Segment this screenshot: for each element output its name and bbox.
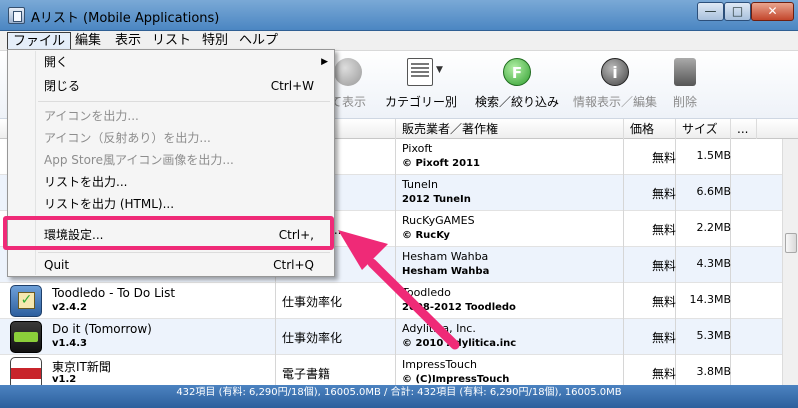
size-cell: 4.3MB (696, 257, 731, 270)
app-icon (8, 7, 25, 24)
filter-icon (503, 58, 531, 86)
menu-separator (38, 252, 330, 253)
price-cell: 無料 (651, 151, 676, 165)
menu-bar: ファイル 編集 表示 リスト 特別 ヘルプ (0, 31, 798, 51)
column-size[interactable]: サイズ (676, 119, 731, 139)
copyright-cell: © (C)ImpressTouch (402, 374, 510, 385)
seller-cell: Adylitica, Inc. (402, 322, 476, 335)
seller-cell: Hesham Wahba (402, 250, 489, 263)
maximize-button[interactable]: □ (724, 2, 751, 21)
app-version-cell: v1.2 (52, 374, 77, 385)
category-button[interactable]: ▼ カテゴリー別 (380, 51, 462, 119)
seller-cell: Toodledo (402, 286, 451, 299)
trash-icon (674, 58, 696, 86)
size-cell: 5.3MB (696, 329, 731, 342)
status-bar: 432項目 (有料: 6,290円/18個), 16005.0MB / 合計: … (0, 385, 798, 408)
app-name-cell: Toodledo - To Do List (52, 286, 176, 300)
copyright-cell: © Pixoft 2011 (402, 158, 481, 169)
category-cell: 仕事効率化 (282, 295, 343, 309)
menu-list[interactable]: リスト (147, 32, 196, 50)
copyright-cell: © 2010 Adylitica.inc (402, 338, 517, 349)
copyright-cell: 2012 TuneIn (402, 194, 471, 205)
category-cell: 電子書籍 (282, 367, 331, 381)
size-cell: 2.2MB (696, 221, 731, 234)
menu-item-export-icon[interactable]: アイコンを出力... (8, 106, 334, 126)
menu-item-export-appstore-icon[interactable]: App Store風アイコン画像を出力... (8, 150, 334, 170)
app-name-cell: Do it (Tomorrow) (52, 322, 152, 336)
close-button[interactable]: ✕ (751, 2, 794, 21)
table-row[interactable]: ✓ Toodledo - To Do List v2.4.2 仕事効率化 Too… (0, 283, 782, 319)
price-cell: 無料 (651, 187, 676, 201)
column-seller[interactable]: 販売業者／著作権 (396, 119, 624, 139)
column-more[interactable]: ... (731, 119, 757, 139)
menu-view[interactable]: 表示 (110, 32, 146, 50)
size-cell: 6.6MB (696, 185, 731, 198)
highlight-box (3, 216, 334, 250)
app-version-cell: v2.4.2 (52, 302, 87, 313)
price-cell: 無料 (651, 331, 676, 345)
menu-help[interactable]: ヘルプ (234, 32, 283, 50)
price-cell: 無料 (651, 259, 676, 273)
column-price[interactable]: 価格 (624, 119, 676, 139)
price-cell: 無料 (651, 223, 676, 237)
menu-edit[interactable]: 編集 (70, 32, 106, 50)
copyright-cell: Hesham Wahba (402, 266, 490, 277)
info-edit-button[interactable]: 情報表示／編集 (568, 51, 662, 119)
menu-item-open[interactable]: 開く ▶ (8, 52, 334, 72)
seller-cell: RucKyGAMES (402, 214, 475, 227)
submenu-arrow-icon: ▶ (321, 57, 328, 67)
category-cell: 仕事効率化 (282, 331, 343, 345)
size-cell: 1.5MB (696, 149, 731, 162)
copyright-cell: © RucKy (402, 230, 450, 241)
menu-separator (38, 101, 330, 102)
dropdown-arrow-icon: ▼ (436, 65, 443, 75)
scrollbar-thumb[interactable] (785, 233, 797, 253)
delete-button[interactable]: 削除 (664, 51, 706, 119)
title-bar: Aリスト (Mobile Applications) — □ ✕ (0, 0, 798, 31)
category-list-icon (407, 58, 433, 86)
do-it-tomorrow-icon (10, 321, 42, 353)
size-cell: 3.8MB (696, 365, 731, 378)
seller-cell: TuneIn (402, 178, 438, 191)
price-cell: 無料 (651, 295, 676, 309)
display-icon (334, 58, 362, 86)
menu-item-quit[interactable]: Quit Ctrl+Q (8, 255, 334, 275)
menu-item-export-list[interactable]: リストを出力... (8, 172, 334, 192)
app-name-cell: 東京IT新聞 (52, 360, 111, 374)
vertical-scrollbar[interactable] (782, 139, 798, 385)
minimize-button[interactable]: — (697, 2, 724, 21)
menu-item-close[interactable]: 閉じる Ctrl+W (8, 76, 334, 96)
toodledo-icon: ✓ (10, 285, 42, 317)
table-row[interactable]: 東京IT新聞 v1.2 電子書籍 ImpressTouch © (C)Impres… (0, 355, 782, 385)
app-version-cell: v1.4.3 (52, 338, 87, 349)
menu-item-export-list-html[interactable]: リストを出力 (HTML)... (8, 194, 334, 214)
price-cell: 無料 (651, 367, 676, 381)
window-title: Aリスト (Mobile Applications) (31, 11, 220, 26)
info-icon (601, 58, 629, 86)
menu-special[interactable]: 特別 (197, 32, 233, 50)
copyright-cell: 2008-2012 Toodledo (402, 302, 516, 313)
table-row[interactable]: Do it (Tomorrow) v1.4.3 仕事効率化 Adylitica,… (0, 319, 782, 355)
size-cell: 14.3MB (689, 293, 731, 306)
seller-cell: Pixoft (402, 142, 433, 155)
search-filter-button[interactable]: 検索／絞り込み (472, 51, 562, 119)
seller-cell: ImpressTouch (402, 358, 478, 371)
menu-item-export-icon-reflect[interactable]: アイコン（反射あり）を出力... (8, 128, 334, 148)
tokyo-it-news-icon (10, 357, 42, 385)
menu-file[interactable]: ファイル (7, 32, 72, 50)
